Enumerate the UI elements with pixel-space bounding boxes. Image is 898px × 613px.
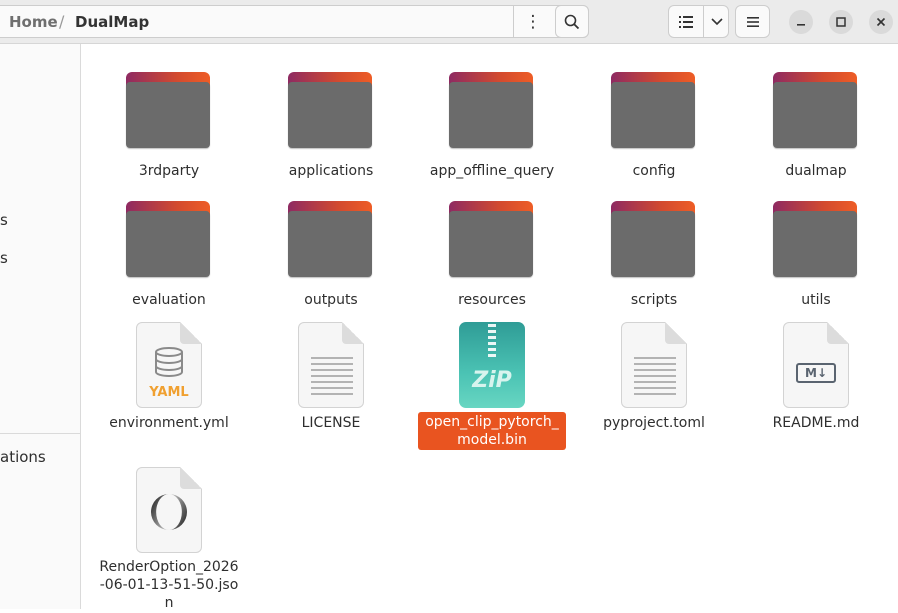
folder-icon [124,70,214,160]
close-icon [876,17,886,27]
breadcrumb-current-folder[interactable]: DualMap [75,13,149,31]
json-logo-icon [151,494,187,530]
main-menu-button[interactable] [735,5,770,38]
file-name: evaluation [132,292,206,308]
file-item[interactable]: pyproject.toml [574,322,734,433]
markdown-badge-frame: M↓ [796,363,836,383]
file-item[interactable]: RenderOption_2026-06-01-13-51-50.json [89,467,249,613]
file-item[interactable]: 3rdparty [89,70,249,181]
file-item[interactable]: dualmap [736,70,896,181]
view-toggle-group [668,5,729,38]
sidebar-item-2[interactable]: s [0,249,8,267]
markdown-file-icon: M↓ [771,322,861,412]
file-name: open_clip_pytorch_model.bin [418,412,566,450]
yaml-badge: YAML [149,385,189,400]
file-item[interactable]: YAML environment.yml [89,322,249,433]
search-icon [564,14,580,29]
database-icon [155,347,183,377]
zip-archive-icon: ZiP [447,322,537,412]
file-name: LICENSE [301,415,361,431]
maximize-button[interactable] [829,10,853,34]
file-item[interactable]: LICENSE [251,322,411,433]
maximize-icon [836,17,846,27]
close-button[interactable] [869,10,893,34]
file-name: 3rdparty [138,163,200,179]
vertical-dots-icon: ⋮ [524,11,542,32]
file-item[interactable]: app_offline_query [412,70,572,181]
file-item[interactable]: config [574,70,734,181]
file-name: environment.yml [109,415,229,431]
json-file-icon [124,467,214,557]
file-name: dualmap [785,163,847,179]
file-name: app_offline_query [429,163,555,179]
list-view-button[interactable] [669,6,703,37]
file-name: outputs [304,292,358,308]
header-bar: ◂ Home / DualMap ⋮ [0,0,898,44]
file-item-selected[interactable]: ZiP open_clip_pytorch_model.bin [412,322,572,450]
sidebar-item-3[interactable]: ations [0,448,46,466]
folder-icon [609,199,699,289]
sidebar-item-1[interactable]: s [0,211,8,229]
folder-icon [609,70,699,160]
folder-icon [124,199,214,289]
hamburger-menu-icon [746,16,759,27]
file-name: RenderOption_2026-06-01-13-51-50.json [99,559,239,611]
file-item[interactable]: evaluation [89,199,249,310]
text-file-icon [609,322,699,412]
file-item[interactable]: outputs [251,199,411,310]
file-name: pyproject.toml [603,415,705,431]
file-item[interactable]: M↓ README.md [736,322,896,433]
folder-icon [286,199,376,289]
sidebar: s s ations [0,44,81,609]
file-name: config [632,163,676,179]
view-options-dropdown[interactable] [704,6,729,37]
minimize-button[interactable] [789,10,813,34]
file-name: scripts [630,292,678,308]
markdown-badge: M↓ [805,366,827,380]
file-item[interactable]: resources [412,199,572,310]
file-item[interactable]: utils [736,199,896,310]
folder-icon [771,70,861,160]
file-name: utils [801,292,831,308]
file-name: applications [288,163,374,179]
path-options-button[interactable]: ⋮ [514,6,552,37]
minimize-icon [797,24,805,26]
breadcrumb-separator: / [59,12,65,31]
list-view-icon [679,15,693,28]
zip-badge: ZiP [472,368,512,393]
file-item[interactable]: applications [251,70,411,181]
folder-icon [771,199,861,289]
sidebar-divider [0,433,80,434]
text-file-icon [286,322,376,412]
folder-icon [447,199,537,289]
folder-icon [286,70,376,160]
folder-icon [447,70,537,160]
breadcrumb-home[interactable]: Home [9,13,58,31]
file-name: resources [458,292,526,308]
file-name: README.md [772,415,860,431]
yaml-file-icon: YAML [124,322,214,412]
search-button[interactable] [555,5,589,38]
path-bar[interactable]: ◂ Home / DualMap ⋮ [0,5,589,38]
chevron-down-icon [710,17,723,25]
file-item[interactable]: scripts [574,199,734,310]
